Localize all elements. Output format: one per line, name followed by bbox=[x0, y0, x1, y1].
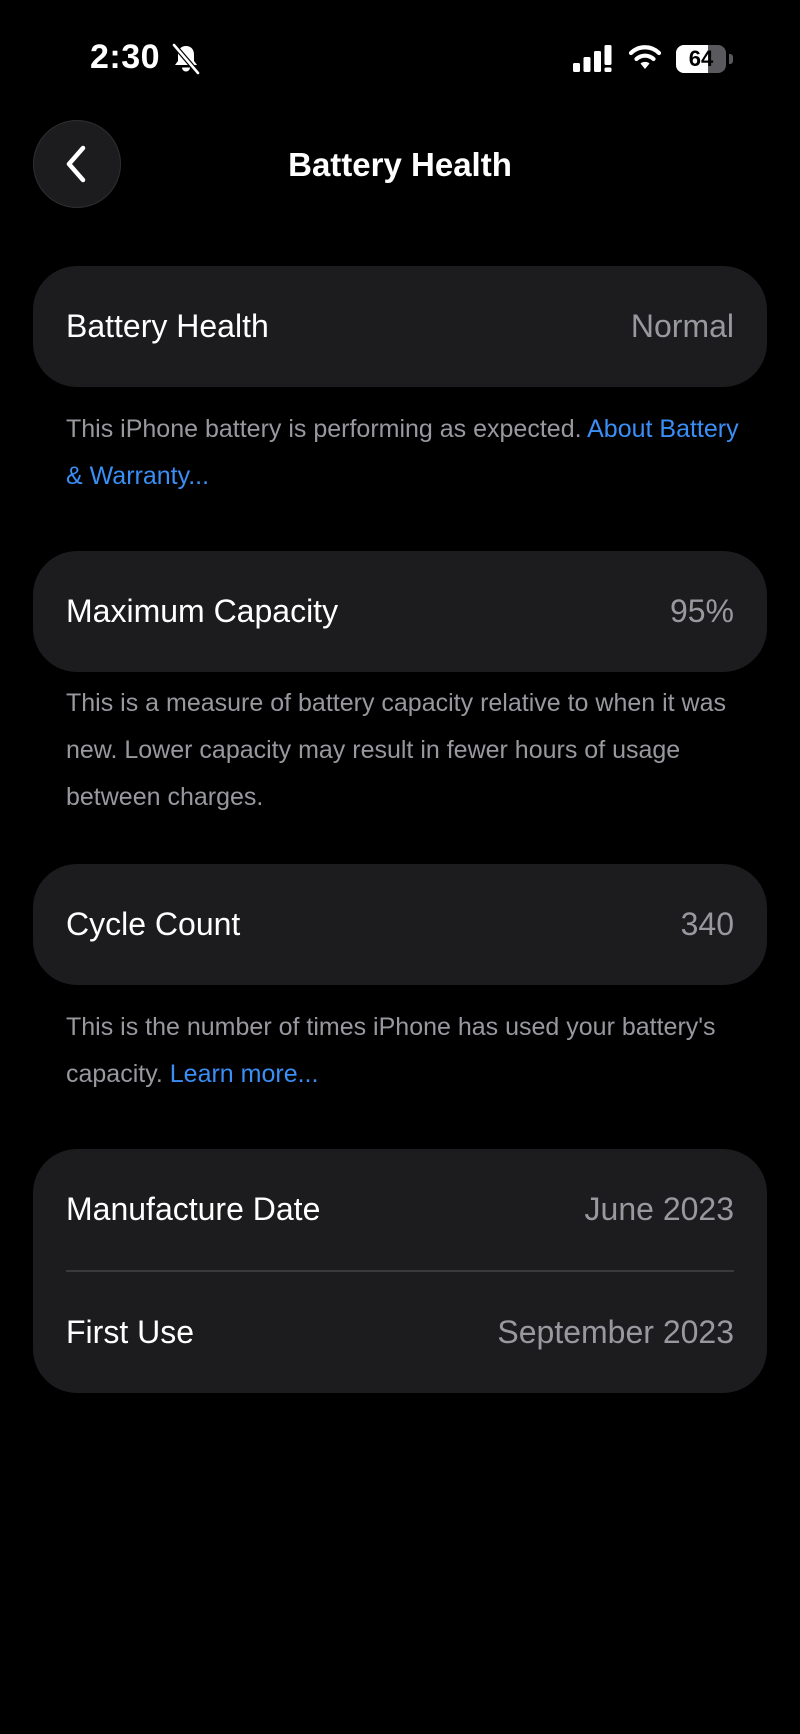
battery-level: 64 bbox=[688, 46, 714, 71]
cycle-count-card: Cycle Count 340 bbox=[33, 864, 767, 985]
manufacture-date-value: June 2023 bbox=[584, 1191, 734, 1227]
manufacture-date-row: Manufacture Date June 2023 bbox=[33, 1149, 767, 1270]
cycle-count-row: Cycle Count 340 bbox=[33, 864, 767, 985]
battery-health-row: Battery Health Normal bbox=[33, 266, 767, 387]
maximum-capacity-label: Maximum Capacity bbox=[66, 593, 339, 629]
page-title: Battery Health bbox=[288, 146, 512, 183]
maximum-capacity-footnote: This is a measure of battery capacity re… bbox=[66, 680, 746, 821]
bell-slash-icon bbox=[172, 43, 200, 75]
first-use-row: First Use September 2023 bbox=[33, 1272, 767, 1393]
first-use-value: September 2023 bbox=[497, 1314, 734, 1350]
battery-health-label: Battery Health bbox=[66, 308, 269, 344]
first-use-label: First Use bbox=[66, 1314, 194, 1350]
maximum-capacity-row: Maximum Capacity 95% bbox=[33, 551, 767, 672]
dates-card: Manufacture Date June 2023 First Use Sep… bbox=[33, 1149, 767, 1393]
cycle-count-footnote: This is the number of times iPhone has u… bbox=[66, 1004, 746, 1098]
learn-more-link[interactable]: Learn more... bbox=[170, 1060, 319, 1088]
battery-tip bbox=[729, 54, 733, 64]
cycle-count-value: 340 bbox=[680, 906, 734, 942]
cycle-count-footnote-text: This is the number of times iPhone has u… bbox=[66, 1013, 716, 1088]
status-bar: 2:30 64 bbox=[0, 0, 800, 120]
battery-body: 64 bbox=[676, 45, 726, 73]
manufacture-date-label: Manufacture Date bbox=[66, 1191, 321, 1227]
cellular-signal-icon bbox=[573, 45, 612, 72]
battery-health-footnote: This iPhone battery is performing as exp… bbox=[66, 406, 746, 500]
status-time: 2:30 bbox=[90, 38, 161, 76]
maximum-capacity-value: 95% bbox=[669, 593, 734, 629]
wifi-icon bbox=[628, 45, 662, 69]
maximum-capacity-card: Maximum Capacity 95% bbox=[33, 551, 767, 672]
battery-icon: 64 bbox=[676, 45, 734, 73]
battery-health-value: Normal bbox=[630, 308, 734, 344]
battery-health-card: Battery Health Normal bbox=[33, 266, 767, 387]
cycle-count-label: Cycle Count bbox=[66, 906, 241, 942]
battery-health-footnote-text: This iPhone battery is performing as exp… bbox=[66, 415, 582, 443]
maximum-capacity-footnote-text: This is a measure of battery capacity re… bbox=[66, 689, 727, 811]
